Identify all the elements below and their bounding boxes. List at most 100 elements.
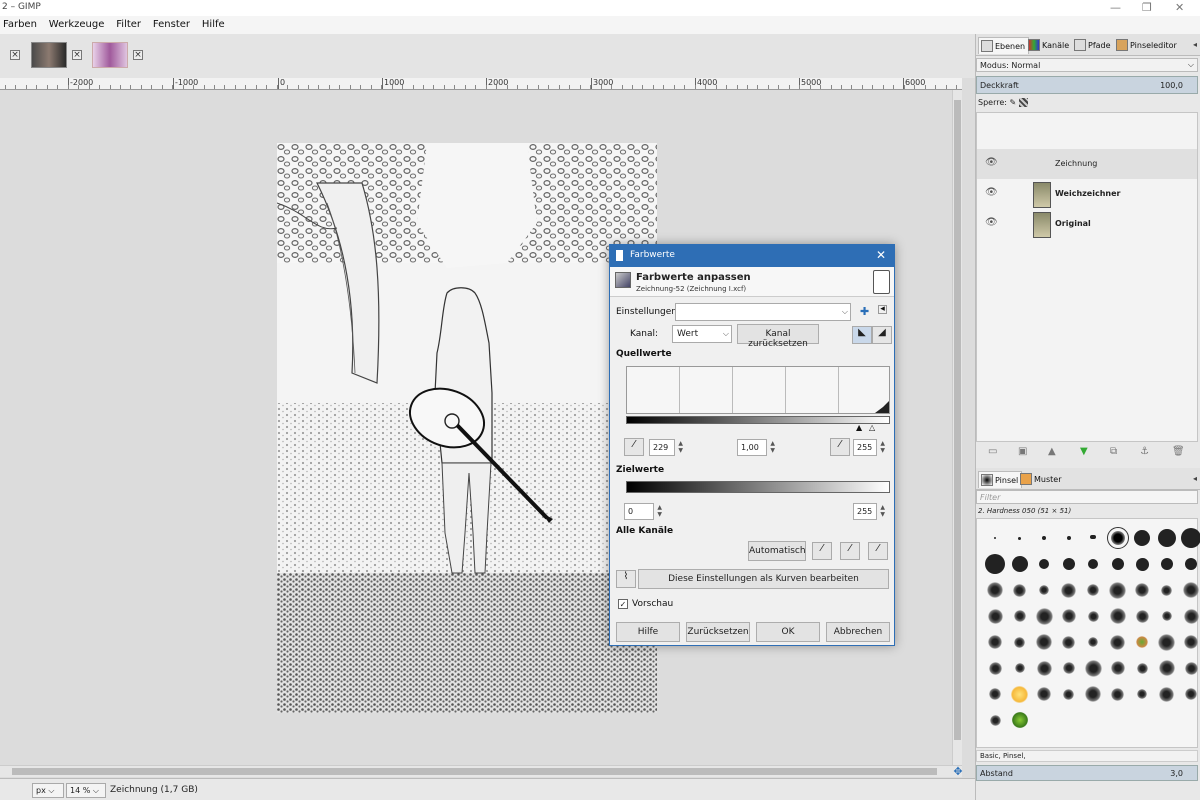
brush-preset[interactable] xyxy=(1161,584,1173,596)
brush-preset[interactable] xyxy=(1063,688,1075,700)
eye-icon[interactable]: 👁 xyxy=(985,217,998,229)
brush-preset[interactable] xyxy=(1134,530,1151,546)
brush-preset[interactable] xyxy=(1062,558,1075,570)
tab-muster[interactable]: Muster xyxy=(1018,471,1065,488)
close-tab-icon[interactable]: × xyxy=(133,50,143,60)
brush-preset[interactable] xyxy=(1135,609,1149,623)
new-layer-icon[interactable]: ▭ xyxy=(988,446,997,457)
brush-preset[interactable] xyxy=(1109,581,1127,599)
brush-preset[interactable] xyxy=(1036,634,1053,650)
menu-hilfe[interactable]: Hilfe xyxy=(199,16,231,30)
brush-preset[interactable] xyxy=(1014,636,1026,648)
brush-preset[interactable] xyxy=(1185,558,1198,570)
brush-preset[interactable] xyxy=(1184,661,1198,675)
brush-preset[interactable] xyxy=(1062,662,1075,674)
unit-select[interactable]: px ⌵ xyxy=(32,783,64,798)
maximize-button[interactable]: ❐ xyxy=(1142,1,1152,14)
black-pick-pipette-icon[interactable]: ⁄ xyxy=(812,542,832,560)
lock-pixels-icon[interactable]: ✎ xyxy=(1010,98,1017,107)
brush-preset[interactable] xyxy=(1111,687,1125,701)
brush-preset[interactable] xyxy=(1110,661,1125,675)
close-icon[interactable]: ✕ xyxy=(876,248,886,262)
brush-preset[interactable] xyxy=(1136,662,1148,674)
brush-preset[interactable] xyxy=(1158,633,1176,651)
minimize-button[interactable]: — xyxy=(1110,1,1121,14)
channel-combo[interactable]: Wert ⌵ xyxy=(672,325,732,343)
brush-preset[interactable] xyxy=(989,714,1001,726)
brush-preset[interactable] xyxy=(1183,582,1200,598)
brush-preset[interactable] xyxy=(1090,535,1097,539)
black-point-pipette-icon[interactable]: ⁄ xyxy=(624,438,644,456)
brush-preset[interactable] xyxy=(988,661,1002,675)
gamma-handle-icon[interactable]: ▲ xyxy=(856,423,862,432)
preset-menu-icon[interactable]: ◂ xyxy=(878,305,887,314)
brush-preset[interactable] xyxy=(1159,686,1175,702)
navigate-icon[interactable]: ✥ xyxy=(952,765,964,778)
eye-icon[interactable]: 👁 xyxy=(985,187,998,199)
input-high-spinner[interactable]: 255 ▲ ▼ xyxy=(853,439,885,456)
menu-farben[interactable]: Farben xyxy=(0,16,43,30)
eye-icon[interactable]: 👁 xyxy=(985,157,998,169)
settings-combo[interactable]: ⌵ xyxy=(675,303,851,321)
close-window-button[interactable]: ✕ xyxy=(1175,1,1184,14)
image-tab-thumbnail[interactable] xyxy=(92,42,128,68)
brush-preset[interactable] xyxy=(1011,685,1029,703)
output-low-spinner[interactable]: 0 ▲ ▼ xyxy=(624,503,662,520)
output-high-spinner[interactable]: 255 ▲ ▼ xyxy=(853,503,885,520)
spacing-slider[interactable]: Abstand 3,0 xyxy=(976,765,1198,781)
preview-checkbox[interactable]: ✓ xyxy=(618,599,628,609)
layer-row[interactable]: 👁 Weichzeichner xyxy=(977,179,1197,209)
reset-button[interactable]: Zurücksetzen xyxy=(686,622,750,642)
brush-preset[interactable] xyxy=(1084,659,1102,677)
brush-preset[interactable] xyxy=(1035,607,1053,625)
tab-pfade[interactable]: Pfade xyxy=(1072,37,1114,54)
auto-button[interactable]: Automatisch xyxy=(748,541,806,561)
brush-preset[interactable] xyxy=(1183,608,1199,624)
brush-preset[interactable] xyxy=(987,582,1004,598)
help-button[interactable]: Hilfe xyxy=(616,622,680,642)
new-group-icon[interactable]: ▣ xyxy=(1018,446,1027,457)
brush-filter-input[interactable]: Filter xyxy=(976,490,1198,504)
brush-preset[interactable] xyxy=(1137,689,1148,699)
brush-preset[interactable] xyxy=(1106,527,1129,549)
brush-preset[interactable] xyxy=(1181,528,1200,548)
brush-preset[interactable] xyxy=(1185,688,1198,700)
brush-preset[interactable] xyxy=(1018,536,1022,540)
brush-preset[interactable] xyxy=(1062,635,1076,649)
brush-grid[interactable] xyxy=(976,518,1200,748)
duplicate-layer-icon[interactable]: ⧉ xyxy=(1110,446,1117,457)
brush-preset[interactable] xyxy=(1037,687,1052,701)
close-tab-icon[interactable]: × xyxy=(10,50,20,60)
layer-row[interactable]: 👁 Zeichnung xyxy=(977,149,1197,179)
brush-preset[interactable] xyxy=(1109,608,1126,624)
brush-preset[interactable] xyxy=(1036,660,1052,676)
brush-preset[interactable] xyxy=(1136,636,1149,648)
brush-preset[interactable] xyxy=(1157,529,1176,547)
brush-preset[interactable] xyxy=(1158,660,1175,676)
log-histogram-icon[interactable]: ◢ xyxy=(872,326,892,344)
brush-preset[interactable] xyxy=(1061,609,1076,623)
raise-layer-icon[interactable]: ▲ xyxy=(1048,446,1056,457)
brush-preset[interactable] xyxy=(1061,582,1077,598)
brush-preset[interactable] xyxy=(1013,610,1026,622)
reset-channel-button[interactable]: Kanal zurücksetzen xyxy=(737,324,819,349)
brush-preset[interactable] xyxy=(1011,712,1028,728)
linear-histogram-icon[interactable]: ◣ xyxy=(852,326,872,344)
tab-kanaele[interactable]: Kanäle xyxy=(1026,37,1072,54)
white-point-pipette-icon[interactable]: ⁄ xyxy=(830,438,850,456)
brush-preset[interactable] xyxy=(1039,585,1050,595)
brush-preset[interactable] xyxy=(987,608,1003,624)
vertical-scrollbar[interactable] xyxy=(952,90,962,765)
ok-button[interactable]: OK xyxy=(756,622,820,642)
tab-pinsel[interactable]: Pinsel xyxy=(978,471,1023,488)
lower-layer-icon[interactable]: ▼ xyxy=(1080,446,1088,457)
brush-preset[interactable] xyxy=(985,554,1006,574)
edit-as-curves-button[interactable]: Diese Einstellungen als Kurven bearbeite… xyxy=(638,569,889,589)
tab-ebenen[interactable]: Ebenen xyxy=(978,37,1030,54)
brush-preset[interactable] xyxy=(1135,583,1150,597)
brush-preset[interactable] xyxy=(1039,559,1050,569)
brush-preset[interactable] xyxy=(1087,610,1099,622)
image-tab-thumbnail[interactable] xyxy=(31,42,67,68)
brush-preset[interactable] xyxy=(1088,637,1099,647)
close-tab-icon[interactable]: × xyxy=(72,50,82,60)
